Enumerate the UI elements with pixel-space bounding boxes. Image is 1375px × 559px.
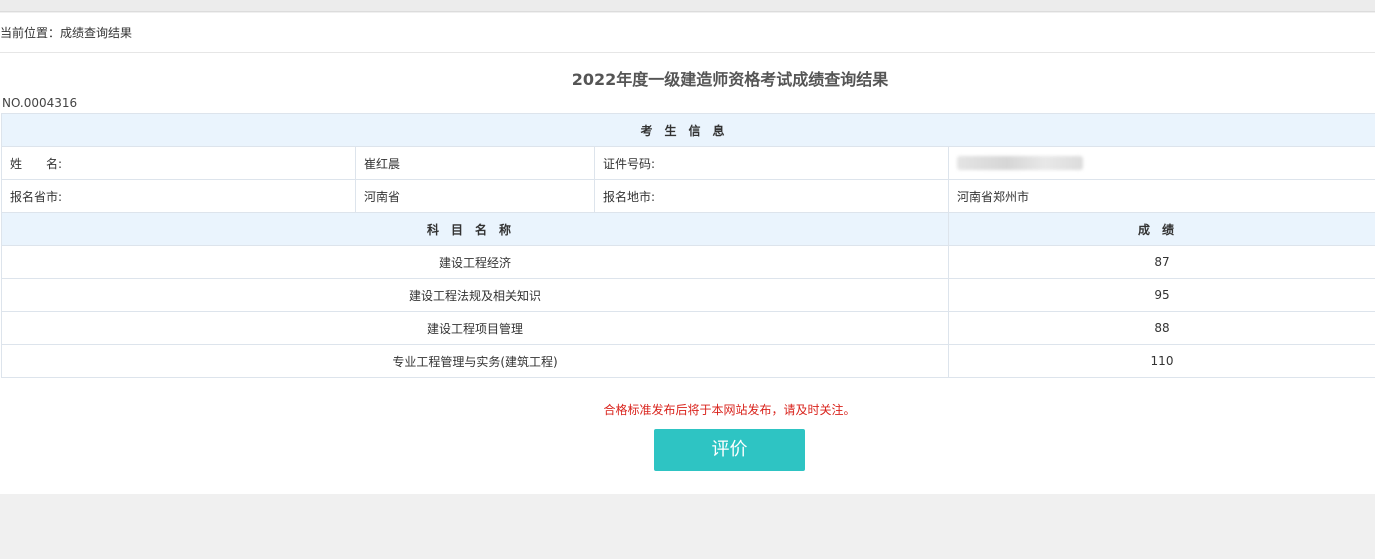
subject-score: 95 (947, 278, 1375, 312)
table-row: 报名省市: 河南省 报名地市: 河南省郑州市 (1, 179, 1375, 213)
id-number-label: 证件号码: (594, 146, 949, 180)
result-table: 考生信息 姓 名: 崔红晨 证件号码: 报名省市: 河南省 报名地市: 河南省郑… (0, 113, 1375, 378)
city-value: 河南省郑州市 (947, 179, 1375, 213)
rate-button[interactable]: 评价 (654, 429, 805, 471)
name-value: 崔红晨 (355, 146, 595, 180)
subject-score: 88 (947, 311, 1375, 345)
table-row: 建设工程项目管理 88 (1, 311, 1375, 345)
subject-name: 专业工程管理与实务(建筑工程) (1, 344, 949, 378)
province-value: 河南省 (355, 179, 595, 213)
subject-name: 建设工程项目管理 (1, 311, 949, 345)
name-label: 姓 名: (1, 146, 356, 180)
table-row: 建设工程经济 87 (1, 245, 1375, 279)
score-header: 成绩 (947, 212, 1375, 246)
subject-score: 87 (947, 245, 1375, 279)
breadcrumb: 当前位置：成绩查询结果 (0, 13, 1375, 53)
page-title: 2022年度一级建造师资格考试成绩查询结果 (571, 70, 889, 89)
candidate-info-header: 考生信息 (0, 113, 1375, 147)
id-number-value (947, 146, 1375, 180)
subject-name: 建设工程经济 (1, 245, 949, 279)
table-row: 建设工程法规及相关知识 95 (1, 278, 1375, 312)
subject-name-header: 科目名称 (1, 212, 949, 246)
city-label: 报名地市: (594, 179, 949, 213)
record-number: NO.0004316 (2, 96, 78, 110)
candidate-info-header-row: 考生信息 (0, 113, 1375, 147)
subject-score: 110 (947, 344, 1375, 378)
redacted-id-number (957, 156, 1083, 171)
result-panel: 当前位置：成绩查询结果 2022年度一级建造师资格考试成绩查询结果 NO.000… (0, 13, 1375, 494)
top-strip (0, 0, 1375, 12)
notice-text: 合格标准发布后将于本网站发布，请及时关注。 (603, 403, 856, 417)
table-row: 姓 名: 崔红晨 证件号码: (1, 146, 1375, 180)
table-row: 专业工程管理与实务(建筑工程) 110 (1, 344, 1375, 378)
scores-header-row: 科目名称 成绩 (1, 212, 1375, 246)
subject-name: 建设工程法规及相关知识 (1, 278, 949, 312)
province-label: 报名省市: (1, 179, 356, 213)
